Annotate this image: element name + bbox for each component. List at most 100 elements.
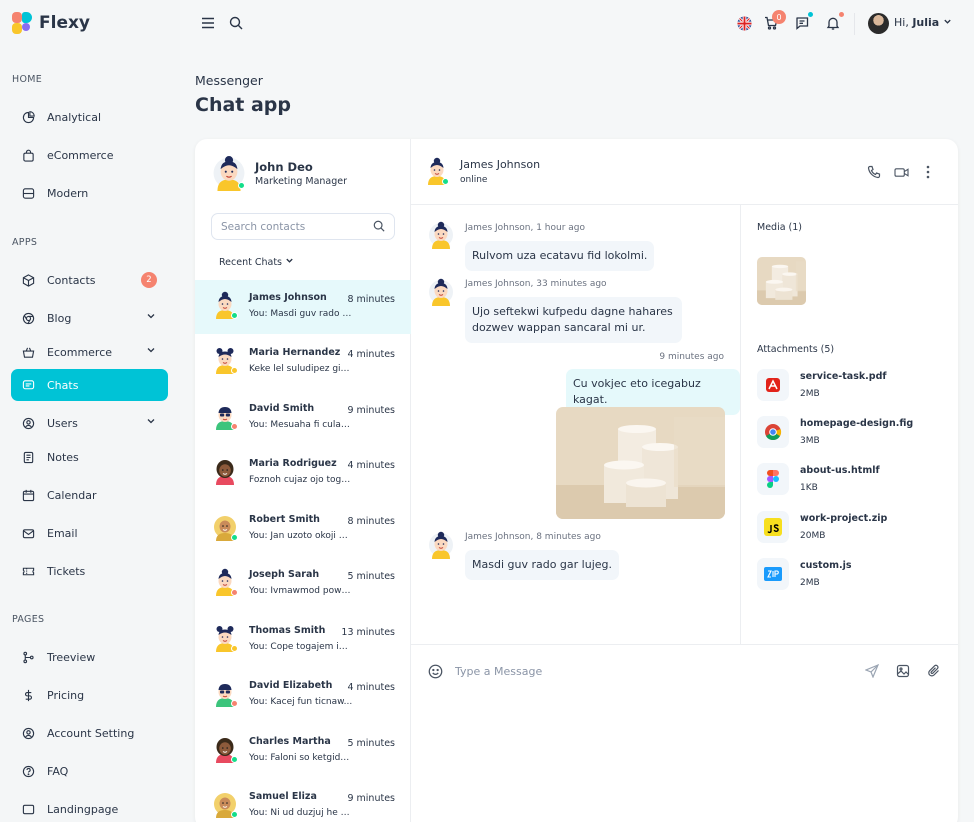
image-icon[interactable] <box>895 663 911 679</box>
sidebar-item-ecommerce-app[interactable]: Ecommerce <box>11 336 168 368</box>
sidebar-item-pricing[interactable]: Pricing <box>11 679 168 711</box>
sidebar-item-account-setting[interactable]: Account Setting <box>11 717 168 749</box>
sidebar-item-landingpage[interactable]: Landingpage <box>11 793 168 822</box>
menu-icon[interactable] <box>200 15 216 31</box>
chat-notification-dot <box>808 12 813 17</box>
contact-last-message: You: Kacej fun ticnaw... <box>249 697 353 707</box>
user-name: Julia <box>912 16 940 29</box>
page-title: Chat app <box>195 94 292 116</box>
busy-status-dot <box>231 700 238 707</box>
sidebar-item-label: Blog <box>47 311 72 325</box>
chrome-icon <box>757 416 789 448</box>
contact-time: 5 minutes <box>347 571 395 582</box>
contact-item[interactable]: Samuel Eliza 9 minutes You: Ni ud duzjuj… <box>195 779 411 822</box>
contact-item[interactable]: David Smith 9 minutes You: Mesuaha fi cu… <box>195 391 411 445</box>
message-input[interactable] <box>455 661 835 681</box>
phone-icon[interactable] <box>866 164 882 180</box>
more-vertical-icon[interactable] <box>920 164 936 180</box>
message-meta: James Johnson, 1 hour ago <box>465 223 586 233</box>
git-branch-icon <box>21 650 35 664</box>
contact-time: 4 minutes <box>347 460 395 471</box>
chrome-icon <box>21 311 35 325</box>
message-bubble: Ujo seftekwi kufpedu dagne hahares dozwe… <box>465 297 682 343</box>
sidebar-item-treeview[interactable]: Treeview <box>11 641 168 673</box>
contact-item[interactable]: Robert Smith 8 minutes You: Jan uzoto ok… <box>195 502 411 556</box>
chevron-down-icon <box>146 311 156 324</box>
paperclip-icon[interactable] <box>926 663 942 679</box>
chevron-down-icon <box>285 256 294 268</box>
contact-time: 4 minutes <box>347 682 395 693</box>
contact-name: David Smith <box>249 403 315 414</box>
greeting-text: Hi, <box>894 16 909 29</box>
sidebar-item-contacts[interactable]: Contacts 2 <box>11 264 168 296</box>
message-list: James Johnson, 1 hour ago Rulvom uza eca… <box>411 205 741 645</box>
search-contacts-input[interactable] <box>212 214 362 239</box>
uk-flag-icon[interactable] <box>736 15 752 31</box>
flexy-logo-icon <box>12 12 32 34</box>
contact-item[interactable]: Maria Rodriguez 4 minutes Foznoh cujaz o… <box>195 446 411 500</box>
sidebar-item-chats[interactable]: Chats <box>11 369 168 401</box>
contact-name: Robert Smith <box>249 514 320 525</box>
emoji-icon[interactable] <box>427 663 443 679</box>
sidebar-item-tickets[interactable]: Tickets <box>11 555 168 587</box>
sidebar-item-label: Calendar <box>47 488 97 502</box>
contact-time: 13 minutes <box>341 627 395 638</box>
attachment-item[interactable]: about-us.htmlf 1KB <box>757 463 947 499</box>
contact-time: 4 minutes <box>347 349 395 360</box>
recent-chats-dropdown[interactable]: Recent Chats <box>219 256 294 268</box>
attachment-item[interactable]: work-project.zip 20MB <box>757 511 947 547</box>
topbar: 0 Hi, Julia <box>180 0 974 48</box>
app-logo[interactable]: Flexy <box>12 12 90 34</box>
video-icon[interactable] <box>893 164 909 180</box>
search-icon[interactable] <box>228 15 244 31</box>
sidebar-item-email[interactable]: Email <box>11 517 168 549</box>
sidebar-item-analytical[interactable]: Analytical <box>11 101 168 133</box>
sender-avatar <box>429 531 453 559</box>
sidebar-item-label: FAQ <box>47 764 69 778</box>
recent-chats-label: Recent Chats <box>219 256 283 268</box>
sidebar-item-users[interactable]: Users <box>11 407 168 439</box>
attachment-item[interactable]: service-task.pdf 2MB <box>757 369 947 405</box>
sidebar-item-label: Users <box>47 416 78 430</box>
sidebar-item-ecommerce-dashboard[interactable]: eCommerce <box>11 139 168 171</box>
package-icon <box>21 273 35 287</box>
media-thumbnail[interactable] <box>757 257 806 305</box>
app-name: Flexy <box>39 13 91 33</box>
attachment-name: service-task.pdf <box>800 371 887 382</box>
sidebar-item-label: Ecommerce <box>47 345 113 359</box>
bell-icon[interactable] <box>825 15 841 31</box>
contact-time: 9 minutes <box>347 405 395 416</box>
contact-name: James Johnson <box>249 292 327 303</box>
sidebar: Flexy HOME Analytical eCommerce Modern A… <box>0 0 180 822</box>
sidebar-item-faq[interactable]: FAQ <box>11 755 168 787</box>
user-menu[interactable]: Hi, Julia <box>894 16 952 29</box>
figma-icon <box>757 463 789 495</box>
sidebar-item-notes[interactable]: Notes <box>11 441 168 473</box>
shared-image[interactable] <box>556 407 725 519</box>
media-title: Media (1) <box>757 222 803 233</box>
message-icon <box>21 378 35 392</box>
contact-item[interactable]: Joseph Sarah 5 minutes You: Ivmawmod pow… <box>195 557 411 611</box>
contact-item[interactable]: Charles Martha 5 minutes You: Faloni so … <box>195 724 411 778</box>
contact-last-message: You: Ivmawmod powo... <box>249 586 353 596</box>
attachment-item[interactable]: homepage-design.fig 3MB <box>757 416 947 452</box>
send-icon[interactable] <box>864 663 880 679</box>
sidebar-item-blog[interactable]: Blog <box>11 302 168 334</box>
user-avatar[interactable] <box>868 13 889 34</box>
nav-section-home: HOME <box>12 74 43 85</box>
contact-item[interactable]: Thomas Smith 13 minutes You: Cope togaje… <box>195 613 411 667</box>
contact-item[interactable]: Maria Hernandez 4 minutes Keke lel sulud… <box>195 335 411 389</box>
contact-item[interactable]: James Johnson 8 minutes You: Masdi guv r… <box>195 280 411 334</box>
contact-item[interactable]: David Elizabeth 4 minutes You: Kacej fun… <box>195 668 411 722</box>
message-bubble: Masdi guv rado gar lujeg. <box>465 550 620 580</box>
chat-icon[interactable] <box>794 15 810 31</box>
nav-section-pages: PAGES <box>12 614 45 625</box>
sidebar-item-modern[interactable]: Modern <box>11 177 168 209</box>
attachment-item[interactable]: custom.js 2MB <box>757 558 947 594</box>
breadcrumb: Messenger <box>195 73 263 88</box>
attachment-name: custom.js <box>800 560 852 571</box>
chat-contact-status: online <box>460 175 488 185</box>
sidebar-item-label: Tickets <box>47 564 86 578</box>
sidebar-item-calendar[interactable]: Calendar <box>11 479 168 511</box>
chat-app-card: John Deo Marketing Manager Recent Chats … <box>195 139 958 822</box>
